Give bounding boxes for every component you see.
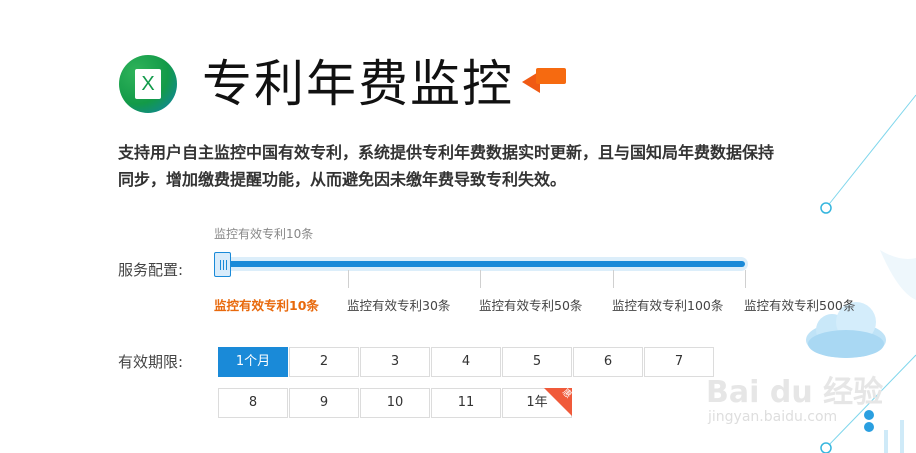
discount-badge: 惠: [544, 387, 574, 416]
deco-dot: [864, 422, 874, 432]
slider-tick: [348, 270, 349, 288]
slider-option-50[interactable]: 监控有效专利50条: [479, 295, 582, 314]
period-option-3[interactable]: 3: [360, 347, 430, 377]
period-option-1-year[interactable]: 1年 惠: [502, 387, 574, 418]
deco-bar: [884, 430, 888, 453]
slider-option-10[interactable]: 监控有效专利10条: [214, 295, 319, 314]
service-slider-track[interactable]: [214, 257, 748, 271]
watermark-brand: Bai du 经验: [706, 375, 884, 410]
slider-tick: [613, 270, 614, 288]
slider-tick: [480, 270, 481, 288]
page-title: 专利年费监控: [202, 55, 514, 113]
excel-logo-icon: X: [119, 55, 177, 113]
grip-line: [226, 260, 227, 270]
period-option-6[interactable]: 6: [573, 347, 643, 377]
service-config-label: 服务配置:: [118, 261, 184, 279]
period-option-5[interactable]: 5: [502, 347, 572, 377]
deco-line: [825, 94, 916, 209]
slider-option-100[interactable]: 监控有效专利100条: [612, 295, 723, 314]
period-option-2[interactable]: 2: [289, 347, 359, 377]
period-option-1-month[interactable]: 1个月: [218, 347, 288, 377]
period-label: 有效期限:: [118, 353, 184, 371]
period-option-8[interactable]: 8: [218, 388, 288, 418]
period-option-4[interactable]: 4: [431, 347, 501, 377]
deco-node: [820, 442, 832, 453]
description: 支持用户自主监控中国有效专利，系统提供专利年费数据实时更新，且与国知局年费数据保…: [118, 143, 775, 189]
grip-line: [220, 260, 221, 270]
deco-swoosh: [880, 250, 916, 300]
period-option-7[interactable]: 7: [644, 347, 714, 377]
period-option-9[interactable]: 9: [289, 388, 359, 418]
grip-line: [223, 260, 224, 270]
deco-bar: [900, 420, 904, 453]
slider-option-500[interactable]: 监控有效专利500条: [744, 295, 855, 314]
excel-logo-letter: X: [135, 69, 161, 99]
watermark-url: jingyan.baidu.com: [708, 409, 838, 425]
slider-current-hint: 监控有效专利10条: [214, 227, 314, 241]
period-option-10[interactable]: 10: [360, 388, 430, 418]
deco-node: [820, 202, 832, 214]
slider-option-30[interactable]: 监控有效专利30条: [347, 295, 450, 314]
service-slider-fill: [217, 261, 745, 267]
service-slider-handle[interactable]: [214, 252, 231, 277]
deco-dot: [864, 410, 874, 420]
slider-tick: [745, 270, 746, 288]
flag-arrow-icon: [522, 68, 566, 93]
discount-badge-text: 惠: [559, 387, 574, 401]
period-option-11[interactable]: 11: [431, 388, 501, 418]
